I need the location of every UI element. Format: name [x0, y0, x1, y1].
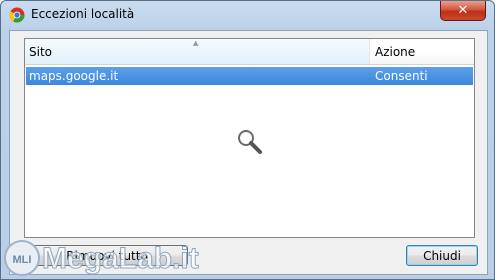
- exceptions-list[interactable]: ▲ Sito Azione maps.google.it Consenti: [24, 38, 475, 238]
- title-bar[interactable]: Eccezioni località ✕: [1, 1, 494, 29]
- row-site: maps.google.it: [29, 69, 119, 83]
- close-icon: ✕: [457, 3, 469, 18]
- list-header: ▲ Sito Azione: [25, 39, 474, 65]
- window-title: Eccezioni località: [31, 7, 135, 21]
- column-header-site[interactable]: ▲ Sito: [25, 39, 370, 64]
- magnifier-icon: [238, 130, 262, 154]
- close-window-button[interactable]: ✕: [440, 1, 486, 21]
- chrome-icon: [9, 7, 25, 23]
- row-action[interactable]: Consenti: [375, 69, 428, 83]
- sort-arrow-icon: ▲: [193, 39, 199, 47]
- column-header-action[interactable]: Azione: [375, 45, 415, 59]
- svg-text:MLI: MLI: [13, 254, 32, 266]
- column-header-site-label: Sito: [29, 45, 52, 59]
- svg-text:MegaLab.it: MegaLab.it: [42, 242, 199, 275]
- close-button[interactable]: Chiudi: [406, 245, 478, 266]
- table-row[interactable]: maps.google.it Consenti: [26, 67, 473, 85]
- megalabit-watermark: MLI MegaLab.it: [4, 240, 199, 276]
